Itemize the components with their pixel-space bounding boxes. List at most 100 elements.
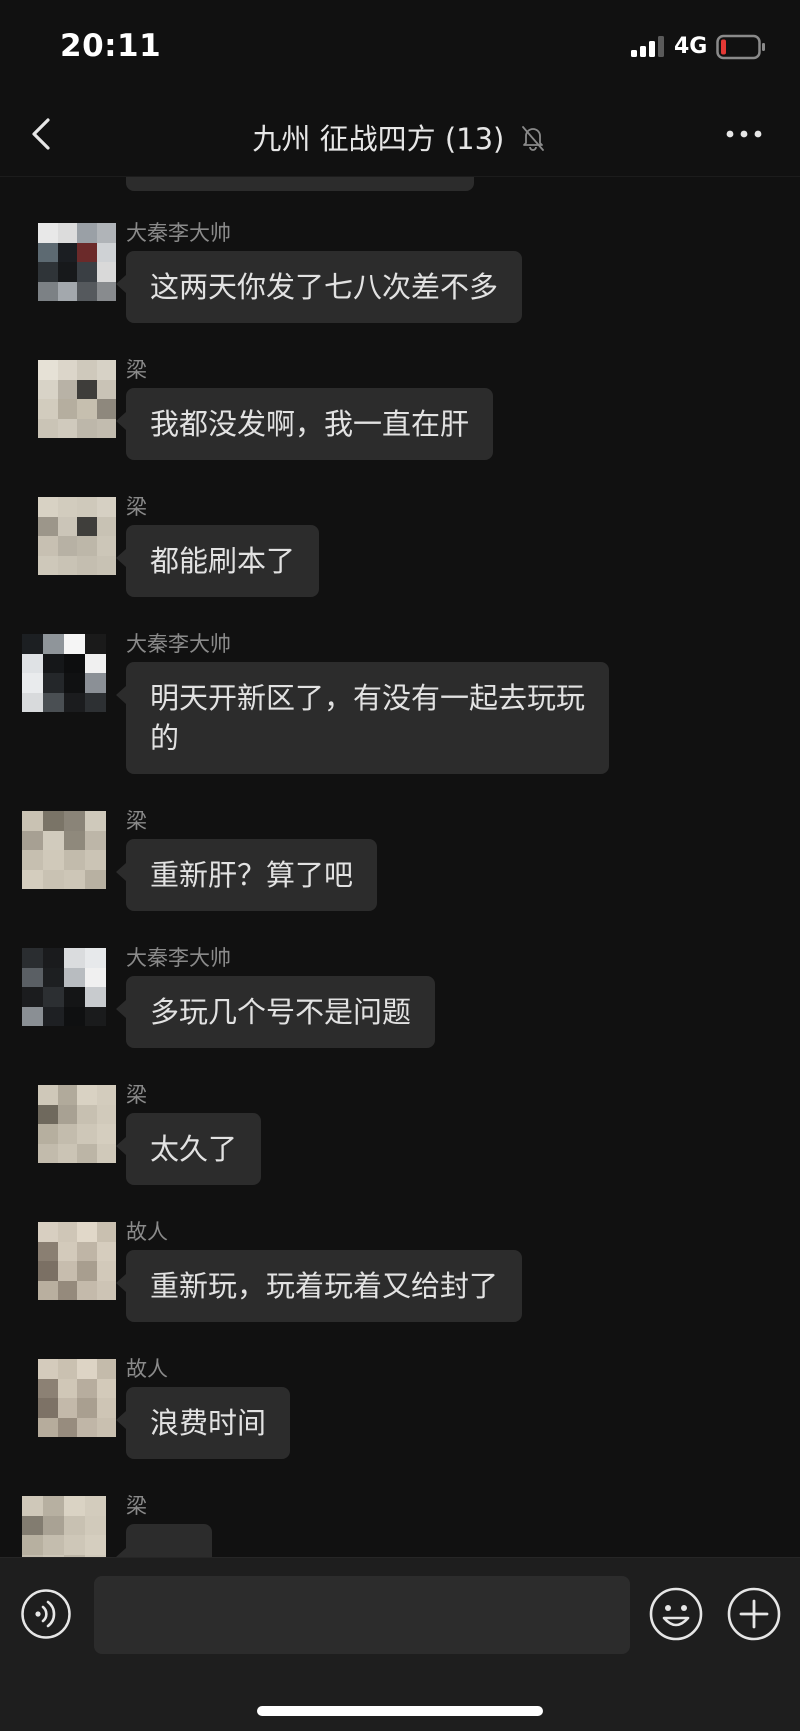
avatar-pixel	[38, 1417, 58, 1437]
avatar-pixel	[77, 1417, 97, 1437]
avatar-pixel	[57, 1085, 77, 1105]
avatar-pixel	[38, 262, 58, 282]
avatar-pixel	[43, 1496, 64, 1516]
avatar-pixel	[38, 1378, 58, 1398]
avatar-pixel	[57, 223, 77, 243]
avatar-pixel	[43, 1535, 64, 1555]
avatar-pixel	[77, 516, 97, 536]
avatar-pixel	[43, 634, 64, 654]
avatar-pixel	[77, 223, 97, 243]
avatar-pixel	[85, 673, 106, 693]
avatar-pixel	[57, 1398, 77, 1418]
avatar-pixel	[64, 967, 85, 987]
sender-name: 大秦李大帅	[126, 632, 231, 656]
avatar-pixel	[38, 223, 58, 243]
chat-screen: 20:11 4G 九州 征战四方 (13) 大秦李大帅 这两天你发了七八次差不多…	[0, 0, 800, 1731]
avatar-pixel	[22, 692, 43, 712]
avatar-pixel	[22, 869, 43, 889]
sender-name: 大秦李大帅	[126, 946, 231, 970]
avatar-pixel	[85, 830, 106, 850]
avatar-pixel	[77, 1104, 97, 1124]
status-time: 20:11	[60, 28, 162, 64]
avatar-pixel	[96, 555, 116, 575]
message-list[interactable]: 大秦李大帅 这两天你发了七八次差不多 梁 我都没发啊，我一直在肝 梁 都能刷本了…	[0, 177, 800, 1557]
avatar[interactable]	[38, 1222, 116, 1300]
avatar-pixel	[96, 379, 116, 399]
avatar-pixel	[85, 967, 106, 987]
avatar-pixel	[77, 262, 97, 282]
avatar[interactable]	[22, 811, 106, 889]
message-bubble[interactable]: 重新肝？算了吧	[115, 839, 378, 911]
avatar-pixel	[57, 1222, 77, 1242]
avatar-pixel	[38, 1085, 58, 1105]
avatar-pixel	[96, 1280, 116, 1300]
message-text: 的	[150, 721, 180, 755]
avatar-pixel	[22, 987, 43, 1007]
message-text: 这两天你发了七八次差不多	[150, 270, 499, 304]
avatar-pixel	[57, 399, 77, 419]
avatar[interactable]	[38, 223, 116, 301]
avatar-pixel	[43, 653, 64, 673]
sender-name: 故人	[126, 1357, 168, 1381]
avatar[interactable]	[22, 634, 106, 712]
avatar-pixel	[96, 1398, 116, 1418]
message-input[interactable]	[94, 1576, 630, 1654]
avatar-pixel	[77, 1359, 97, 1379]
avatar-pixel	[57, 497, 77, 517]
avatar-pixel	[38, 418, 58, 438]
avatar-pixel	[38, 497, 58, 517]
avatar-pixel	[43, 1515, 64, 1535]
avatar-pixel	[38, 1398, 58, 1418]
avatar[interactable]	[38, 497, 116, 575]
avatar-pixel	[22, 811, 43, 831]
smiley-icon[interactable]	[648, 1586, 704, 1642]
avatar-pixel	[57, 262, 77, 282]
message-bubble[interactable]: 多玩几个号不是问题	[115, 976, 436, 1048]
avatar-pixel	[85, 987, 106, 1007]
avatar-pixel	[96, 242, 116, 262]
avatar-pixel	[38, 281, 58, 301]
avatar[interactable]	[38, 1359, 116, 1437]
avatar-pixel	[43, 948, 64, 968]
battery-icon	[716, 34, 765, 60]
message-bubble[interactable]: 这两天你发了七八次差不多	[115, 251, 523, 323]
message-bubble[interactable]: 重新玩，玩着玩着又给封了	[115, 1250, 523, 1322]
plus-circle-icon[interactable]	[726, 1586, 782, 1642]
message-text: 明天开新区了，有没有一起去玩玩	[150, 681, 586, 715]
avatar-pixel	[64, 987, 85, 1007]
avatar-pixel	[96, 1222, 116, 1242]
avatar-pixel	[96, 281, 116, 301]
avatar-pixel	[38, 555, 58, 575]
message-bubble[interactable]: 都能刷本了	[115, 525, 320, 597]
avatar-pixel	[38, 1359, 58, 1379]
avatar-pixel	[38, 1222, 58, 1242]
avatar-pixel	[64, 634, 85, 654]
avatar-pixel	[96, 516, 116, 536]
avatar-pixel	[43, 967, 64, 987]
avatar-pixel	[57, 1261, 77, 1281]
avatar[interactable]	[38, 1085, 116, 1163]
sender-name: 梁	[126, 1494, 147, 1518]
message-text: 重新玩，玩着玩着又给封了	[150, 1269, 499, 1303]
message-bubble[interactable]: 太久了	[115, 1113, 262, 1185]
avatar-pixel	[64, 653, 85, 673]
more-dots-icon[interactable]	[722, 114, 766, 154]
message-bubble[interactable]: 浪费时间	[115, 1387, 291, 1459]
avatar[interactable]	[22, 948, 106, 1026]
avatar[interactable]	[38, 360, 116, 438]
message-bubble[interactable]: 我都没发啊，我一直在肝	[115, 388, 494, 460]
voice-icon[interactable]	[20, 1588, 72, 1640]
avatar-pixel	[96, 1359, 116, 1379]
avatar-pixel	[22, 673, 43, 693]
message-bubble[interactable]	[116, 1524, 212, 1557]
message-bubble[interactable]: 明天开新区了，有没有一起去玩玩 的	[115, 662, 610, 774]
avatar-pixel	[64, 673, 85, 693]
avatar-pixel	[96, 223, 116, 243]
home-indicator	[257, 1706, 543, 1716]
avatar-pixel	[77, 1085, 97, 1105]
message-text: 太久了	[150, 1132, 238, 1166]
avatar-pixel	[96, 497, 116, 517]
avatar-pixel	[57, 281, 77, 301]
avatar-pixel	[77, 1280, 97, 1300]
avatar[interactable]	[22, 1496, 106, 1557]
